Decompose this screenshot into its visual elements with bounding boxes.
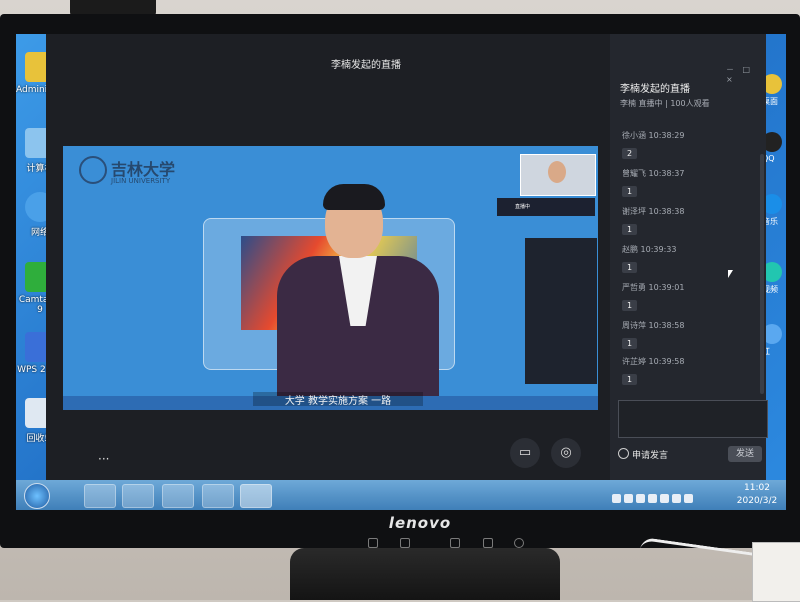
camera-preview <box>520 154 596 196</box>
system-tray[interactable] <box>612 488 722 503</box>
presenter-hair <box>323 184 385 210</box>
taskbar-baidu[interactable] <box>202 484 234 508</box>
screen: Administr... 计算机 网络 Camtasia 9 WPS 2019 … <box>16 34 786 510</box>
chat-user: 谢泽坪 <box>622 207 646 216</box>
chat-message: 许芷婷 10:39:58 1 <box>622 356 762 386</box>
taskbar-explorer[interactable] <box>84 484 116 508</box>
chat-time: 10:39:01 <box>648 283 685 292</box>
chat-subtitle: 李楠 直播中 | 100人观看 <box>620 99 710 108</box>
monitor-brightness-button[interactable] <box>450 538 460 548</box>
start-button[interactable] <box>24 483 50 509</box>
sticker-label <box>752 542 800 602</box>
chat-message: 曾耀飞 10:38:37 1 <box>622 168 762 198</box>
more-button[interactable]: ··· <box>98 452 109 466</box>
chat-input[interactable] <box>618 400 768 438</box>
chat-text: 1 <box>622 300 638 311</box>
university-name-en: JILIN UNIVERSITY <box>111 177 171 185</box>
clock-date: 2020/3/2 <box>736 496 778 506</box>
chat-time: 10:38:29 <box>648 131 685 140</box>
video-status-bar: 直播中 <box>497 198 595 216</box>
view-toggle-button[interactable]: ◎ <box>551 438 581 468</box>
chat-text: 1 <box>622 186 638 197</box>
chat-message: 周诗萍 10:38:58 1 <box>622 320 762 350</box>
chat-scrollbar[interactable] <box>760 154 764 394</box>
chat-time: 10:38:38 <box>648 207 685 216</box>
mouse-cursor-icon <box>728 270 733 278</box>
chat-text: 1 <box>622 262 638 273</box>
apply-speak-label: 申请发言 <box>632 451 669 461</box>
chat-user: 许芷婷 <box>622 357 646 366</box>
chat-message: 赵鹏 10:39:33 1 <box>622 244 762 274</box>
monitor-power-button[interactable] <box>514 538 524 548</box>
taskbar: 11:02 2020/3/2 <box>16 480 786 510</box>
folder-icon: ▭ <box>518 445 532 460</box>
live-window-title: 李楠发起的直播 <box>331 60 401 71</box>
chat-text: 1 <box>622 338 638 349</box>
view-toggle-icon: ◎ <box>560 445 572 460</box>
chat-panel: － □ × 李楠发起的直播 李楠 直播中 | 100人观看 徐小涵 10:38:… <box>610 34 768 480</box>
chat-message: 谢泽坪 10:38:38 1 <box>622 206 762 236</box>
window-controls[interactable]: － □ × <box>726 64 766 84</box>
chat-time: 10:38:37 <box>648 169 685 178</box>
chat-time: 10:39:58 <box>648 357 685 366</box>
camera-preview-face <box>548 161 566 183</box>
university-logo <box>79 156 107 184</box>
chat-title: 李楠发起的直播 <box>620 84 690 95</box>
presenter <box>277 184 439 410</box>
chat-user: 徐小涵 <box>622 131 646 140</box>
live-stream-window: 李楠发起的直播 吉林大学 JILIN UNIVERSITY 直播中 大学 教学实… <box>46 34 768 480</box>
chat-message: 徐小涵 10:38:29 2 <box>622 130 762 160</box>
apply-speak-button[interactable]: 申请发言 <box>618 448 668 461</box>
monitor-stand <box>290 548 560 600</box>
chat-user: 周诗萍 <box>622 321 646 330</box>
live-video[interactable]: 吉林大学 JILIN UNIVERSITY 直播中 大学 教学实施方案 一路 <box>63 146 598 410</box>
chat-text: 1 <box>622 224 638 235</box>
taskbar-browser[interactable] <box>162 484 194 508</box>
clock-time: 11:02 <box>744 483 770 493</box>
chat-time: 10:38:58 <box>648 321 685 330</box>
video-subtitle: 大学 教学实施方案 一路 <box>253 392 423 407</box>
folder-button[interactable]: ▭ <box>510 438 540 468</box>
chat-text: 1 <box>622 374 638 385</box>
video-comment-panel <box>525 238 597 384</box>
monitor-back-button[interactable] <box>483 538 493 548</box>
chat-user: 赵鹏 <box>622 245 638 254</box>
taskbar-media-player[interactable] <box>122 484 154 508</box>
chat-user: 曾耀飞 <box>622 169 646 178</box>
taskbar-clock[interactable]: 11:02 2020/3/2 <box>730 482 784 508</box>
chat-message: 严哲勇 10:39:01 1 <box>622 282 762 312</box>
chat-user: 严哲勇 <box>622 283 646 292</box>
send-button[interactable]: 发送 <box>728 446 762 462</box>
monitor-menu-button[interactable] <box>368 538 378 548</box>
chat-time: 10:39:33 <box>640 245 677 254</box>
chat-text: 2 <box>622 148 638 159</box>
microphone-icon <box>618 448 629 459</box>
monitor-input-button[interactable] <box>400 538 410 548</box>
cam-status: 直播中 <box>515 204 531 210</box>
taskbar-live-app[interactable] <box>240 484 272 508</box>
monitor-brand: lenovo <box>388 514 452 532</box>
